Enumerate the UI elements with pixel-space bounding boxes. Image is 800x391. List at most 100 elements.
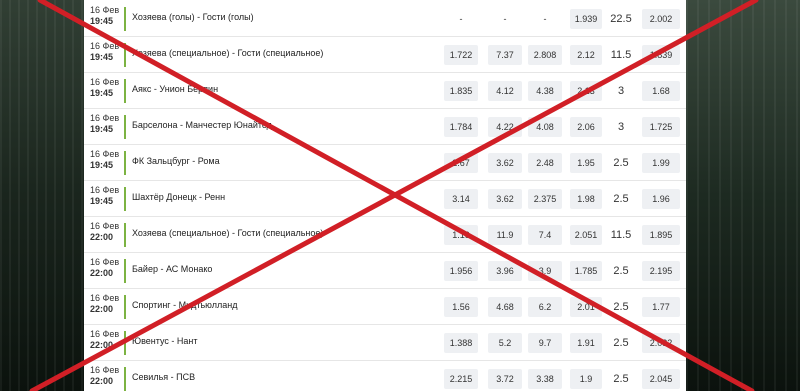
event-teams-link[interactable]: Ювентус - Нант xyxy=(132,336,197,346)
odds-button: - xyxy=(503,14,507,24)
odds-button[interactable]: 2.002 xyxy=(642,9,680,29)
event-teams-link[interactable]: Аякс - Унион Берлин xyxy=(132,84,218,94)
odds-button[interactable]: 3.14 xyxy=(444,189,478,209)
events-table: 16 Фев 19:45 Хозяева (голы) - Гости (голы)… xyxy=(84,0,686,391)
total-line-value: 3 xyxy=(617,85,625,97)
event-datetime: 16 Фев 19:45 xyxy=(90,149,124,171)
stadium-background-left xyxy=(0,0,84,391)
odds-button[interactable]: 1.9 xyxy=(570,369,602,389)
odds-button[interactable]: 1.99 xyxy=(642,153,680,173)
event-row[interactable]: 16 Фев 22:00 Хозяева (специальное) - Гости… xyxy=(84,217,686,253)
event-row[interactable]: 16 Фев 19:45 Аякс - Унион Берлин 1.835 4.12 4… xyxy=(84,73,686,109)
odds-button[interactable]: 2.051 xyxy=(570,225,602,245)
event-time: 19:45 xyxy=(90,124,114,134)
odds-button[interactable]: 2.375 xyxy=(528,189,562,209)
row-accent-bar xyxy=(124,367,126,391)
odds-button[interactable]: 2.808 xyxy=(528,45,562,65)
odds-button[interactable]: 4.12 xyxy=(488,81,522,101)
event-time: 22:00 xyxy=(90,304,114,314)
odds-button[interactable]: 9.7 xyxy=(528,333,562,353)
event-teams-link[interactable]: Севилья - ПСВ xyxy=(132,372,195,382)
event-row[interactable]: 16 Фев 19:45 Хозяева (специальное) - Гости… xyxy=(84,37,686,73)
event-row[interactable]: 16 Фев 19:45 Барселона - Манчестер Юнайтед… xyxy=(84,109,686,145)
event-row[interactable]: 16 Фев 19:45 Шахтёр Донецк - Ренн 3.14 3.62 2… xyxy=(84,181,686,217)
odds-button[interactable]: 7.37 xyxy=(488,45,522,65)
odds-button[interactable]: 2.045 xyxy=(642,369,680,389)
odds-button[interactable]: 2.215 xyxy=(444,369,478,389)
odds-button[interactable]: 3.62 xyxy=(488,189,522,209)
odds-button[interactable]: 3.72 xyxy=(488,369,522,389)
odds-button[interactable]: 1.95 xyxy=(570,153,602,173)
event-teams-link[interactable]: Байер - АС Монако xyxy=(132,264,212,274)
event-time: 22:00 xyxy=(90,340,114,350)
event-teams-link[interactable]: Хозяева (голы) - Гости (голы) xyxy=(132,12,254,22)
odds-button[interactable]: 3.96 xyxy=(488,261,522,281)
screenshot-stage: 16 Фев 19:45 Хозяева (голы) - Гости (голы)… xyxy=(0,0,800,391)
odds-button[interactable]: 1.785 xyxy=(570,261,602,281)
odds-button[interactable]: 5.2 xyxy=(488,333,522,353)
event-teams-link[interactable]: Хозяева (специальное) - Гости (специальн… xyxy=(132,228,323,238)
odds-button[interactable]: 2.67 xyxy=(444,153,478,173)
odds-button[interactable]: 1.784 xyxy=(444,117,478,137)
odds-button[interactable]: 2.48 xyxy=(528,153,562,173)
odds-button[interactable]: 1.388 xyxy=(444,333,478,353)
odds-button[interactable]: 1.91 xyxy=(570,333,602,353)
event-time: 19:45 xyxy=(90,160,114,170)
event-date: 16 Фев xyxy=(90,41,120,51)
odds-button[interactable]: 1.722 xyxy=(444,45,478,65)
total-line-value: 2.5 xyxy=(613,373,629,385)
odds-button[interactable]: 1.68 xyxy=(642,81,680,101)
event-row[interactable]: 16 Фев 22:00 Ювентус - Нант 1.388 5.2 9.7 1.91… xyxy=(84,325,686,361)
total-line-value: 2.5 xyxy=(613,265,629,277)
total-line-value: 2.5 xyxy=(613,301,629,313)
odds-button[interactable]: 1.96 xyxy=(642,189,680,209)
odds-button[interactable]: 2.195 xyxy=(642,261,680,281)
event-datetime: 16 Фев 19:45 xyxy=(90,41,124,63)
event-date: 16 Фев xyxy=(90,365,120,375)
odds-button[interactable]: 3.38 xyxy=(528,369,562,389)
odds-button[interactable]: 4.08 xyxy=(528,117,562,137)
event-time: 22:00 xyxy=(90,268,114,278)
odds-button[interactable]: 3.9 xyxy=(528,261,562,281)
odds-button[interactable]: 1.725 xyxy=(642,117,680,137)
odds-button[interactable]: 3.62 xyxy=(488,153,522,173)
event-datetime: 16 Фев 22:00 xyxy=(90,221,124,243)
total-line-value: 2.5 xyxy=(613,157,629,169)
odds-button[interactable]: 2.06 xyxy=(570,117,602,137)
odds-button[interactable]: 1.77 xyxy=(642,297,680,317)
event-row[interactable]: 16 Фев 19:45 ФК Зальцбург - Рома 2.67 3.62 2.… xyxy=(84,145,686,181)
odds-button[interactable]: 1.19 xyxy=(444,225,478,245)
odds-button[interactable]: 1.939 xyxy=(570,9,602,29)
event-datetime: 16 Фев 19:45 xyxy=(90,113,124,135)
odds-button[interactable]: 2.032 xyxy=(642,333,680,353)
event-row[interactable]: 16 Фев 22:00 Байер - АС Монако 1.956 3.96 3.9… xyxy=(84,253,686,289)
odds-button[interactable]: 1.956 xyxy=(444,261,478,281)
event-date: 16 Фев xyxy=(90,185,120,195)
event-time: 22:00 xyxy=(90,376,114,386)
odds-button[interactable]: 6.2 xyxy=(528,297,562,317)
event-row[interactable]: 16 Фев 22:00 Спортинг - Мидтьюлланд 1.56 4.6… xyxy=(84,289,686,325)
event-row[interactable]: 16 Фев 22:00 Севилья - ПСВ 2.215 3.72 3.38 1.9… xyxy=(84,361,686,391)
odds-button[interactable]: 1.56 xyxy=(444,297,478,317)
row-accent-bar xyxy=(124,223,126,247)
odds-button[interactable]: 1.835 xyxy=(444,81,478,101)
odds-button[interactable]: 1.839 xyxy=(642,45,680,65)
event-date: 16 Фев xyxy=(90,257,120,267)
odds-button[interactable]: 4.38 xyxy=(528,81,562,101)
odds-button[interactable]: 2.13 xyxy=(570,81,602,101)
odds-button[interactable]: 4.22 xyxy=(488,117,522,137)
event-teams-link[interactable]: Барселона - Манчестер Юнайтед xyxy=(132,120,272,130)
event-teams-link[interactable]: ФК Зальцбург - Рома xyxy=(132,156,220,166)
odds-button[interactable]: 7.4 xyxy=(528,225,562,245)
odds-button[interactable]: 4.68 xyxy=(488,297,522,317)
event-row[interactable]: 16 Фев 19:45 Хозяева (голы) - Гости (голы)… xyxy=(84,1,686,37)
event-teams-link[interactable]: Хозяева (специальное) - Гости (специальн… xyxy=(132,48,323,58)
event-teams-link[interactable]: Шахтёр Донецк - Ренн xyxy=(132,192,225,202)
event-teams-link[interactable]: Спортинг - Мидтьюлланд xyxy=(132,300,237,310)
odds-button[interactable]: 2.12 xyxy=(570,45,602,65)
odds-button[interactable]: 2.01 xyxy=(570,297,602,317)
odds-button[interactable]: 1.98 xyxy=(570,189,602,209)
total-line-value: 3 xyxy=(617,121,625,133)
odds-button[interactable]: 11.9 xyxy=(488,225,522,245)
odds-button[interactable]: 1.895 xyxy=(642,225,680,245)
